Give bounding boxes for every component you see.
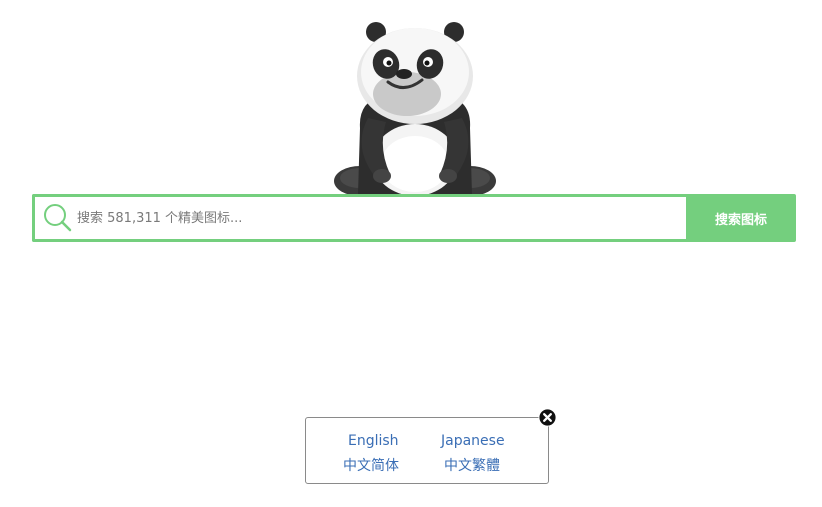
search-bar: 搜索图标 <box>32 194 796 242</box>
search-icon <box>41 201 75 235</box>
language-option-japanese[interactable]: Japanese <box>441 433 505 449</box>
search-button[interactable]: 搜索图标 <box>686 194 796 242</box>
panda-mascot-icon <box>334 22 496 196</box>
search-input[interactable] <box>75 198 686 238</box>
language-popup: English Japanese 中文简体 中文繁體 <box>305 417 549 484</box>
search-box <box>32 194 686 242</box>
language-option-simplified-chinese[interactable]: 中文简体 <box>343 455 399 475</box>
language-option-traditional-chinese[interactable]: 中文繁體 <box>444 455 500 475</box>
close-icon[interactable] <box>538 408 557 427</box>
language-option-english[interactable]: English <box>348 433 399 449</box>
